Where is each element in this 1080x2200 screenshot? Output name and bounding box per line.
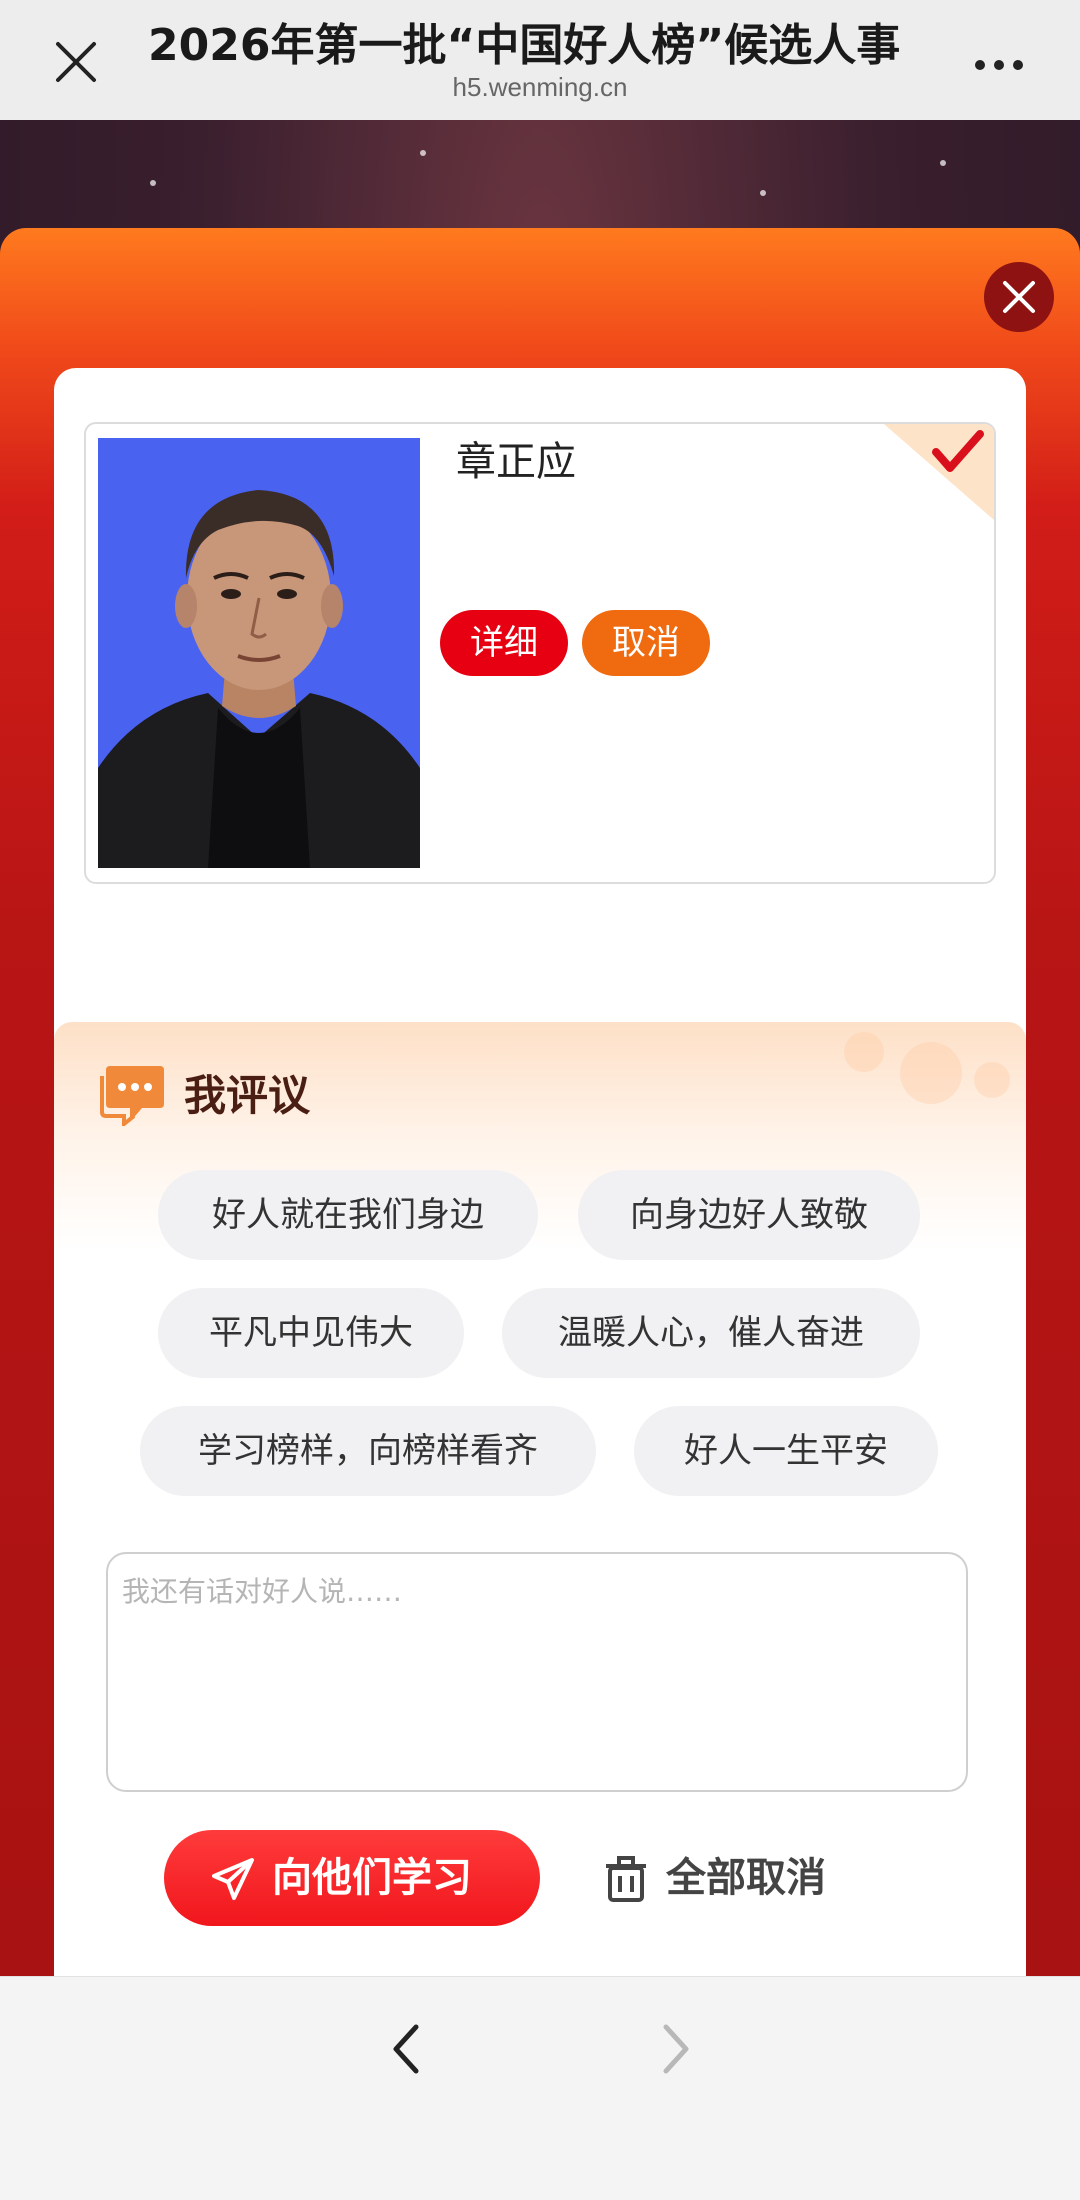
comment-chip[interactable]: 向身边好人致敬 [578,1170,920,1260]
candidate-photo [98,438,420,868]
comment-bubble-icon [100,1064,170,1130]
candidate-name: 章正应 [456,439,576,485]
selected-check-icon [884,424,994,520]
detail-button[interactable]: 详细 [440,610,568,676]
page-title: 2026年第一批“中国好人榜”候选人事 [148,20,901,71]
learn-from-them-label: 向他们学习 [272,1855,472,1901]
comment-chip[interactable]: 学习榜样，向榜样看齐 [140,1406,596,1496]
comment-chip[interactable]: 温暖人心，催人奋进 [502,1288,920,1378]
send-paper-plane-icon [212,1858,254,1900]
cancel-vote-button[interactable]: 取消 [582,610,710,676]
modal-close-button[interactable] [984,262,1054,332]
comment-chip[interactable]: 好人就在我们身边 [158,1170,538,1260]
back-chevron-icon[interactable] [386,2019,426,2079]
forward-chevron-icon[interactable] [656,2019,696,2079]
comment-section: 我评议 好人就在我们身边 向身边好人致敬 平凡中见伟大 温暖人心，催人奋进 学习… [54,1022,1026,1976]
page-domain: h5.wenming.cn [452,72,628,102]
cancel-all-button[interactable]: 全部取消 [604,1830,864,1926]
more-dots-icon[interactable] [975,55,1035,70]
browser-top-bar: 2026年第一批“中国好人榜”候选人事 h5.wenming.cn [0,0,1080,120]
learn-from-them-button[interactable]: 向他们学习 [164,1830,540,1926]
modal-panel: 章正应 详细 取消 我评议 好人就在我们身边 向身边好人致敬 平凡中见伟大 温暖… [54,368,1026,1976]
trash-icon [606,1856,646,1902]
cancel-all-label: 全部取消 [666,1855,826,1901]
browser-bottom-bar [0,1976,1080,2200]
comment-section-title: 我评议 [184,1071,311,1120]
close-icon [1003,281,1035,313]
comment-textarea[interactable] [106,1552,968,1792]
comment-chip[interactable]: 好人一生平安 [634,1406,938,1496]
comment-chip[interactable]: 平凡中见伟大 [158,1288,464,1378]
candidate-card: 章正应 详细 取消 [84,422,996,884]
